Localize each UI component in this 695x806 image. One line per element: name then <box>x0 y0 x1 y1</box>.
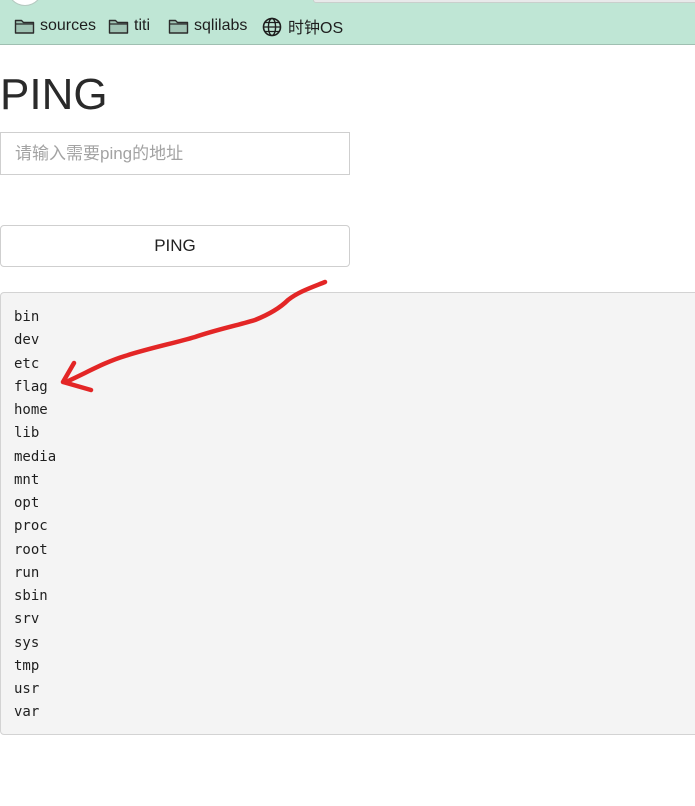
output-line: lib <box>14 425 40 442</box>
folder-icon <box>168 17 189 35</box>
bookmark-label: sources <box>40 17 97 34</box>
bookmark-sqlilabs[interactable]: sqlilabs <box>168 15 247 37</box>
bookmarks-bar: sources titi sqlilabs 时钟OS <box>0 0 695 45</box>
output-line: flag <box>14 378 48 395</box>
output-line: etc <box>14 355 40 372</box>
output-line: bin <box>14 309 40 325</box>
address-bar-edge[interactable] <box>313 0 695 3</box>
profile-avatar[interactable] <box>7 0 43 6</box>
output-line: media <box>14 448 57 465</box>
folder-icon <box>14 17 35 35</box>
output-line: mnt <box>14 471 40 488</box>
output-line: proc <box>14 518 48 535</box>
output-line: srv <box>14 611 40 628</box>
command-output: bin dev etc flag home lib media mnt opt proc root r… <box>0 292 695 735</box>
output-line: sbin <box>14 588 48 604</box>
output-line: usr <box>14 681 40 697</box>
bookmark-clock-os[interactable]: 时钟OS <box>262 15 343 37</box>
address-input[interactable] <box>0 132 350 175</box>
output-line: root <box>14 541 48 558</box>
output-line: home <box>14 402 48 418</box>
output-line: tmp <box>14 657 40 674</box>
bookmark-label: 时钟OS <box>288 20 344 37</box>
folder-icon <box>108 17 129 35</box>
bookmark-label: titi <box>134 17 150 34</box>
output-line: sys <box>14 634 40 651</box>
bookmark-label: sqlilabs <box>194 17 248 34</box>
ping-button[interactable]: PING <box>0 225 350 267</box>
output-line: opt <box>14 495 40 511</box>
page-title: PING <box>0 70 108 119</box>
bookmark-sources[interactable]: sources <box>14 15 96 37</box>
output-line: var <box>14 704 40 721</box>
output-line: dev <box>14 332 40 349</box>
globe-icon <box>262 17 283 37</box>
output-line: run <box>14 564 40 581</box>
bookmark-titi[interactable]: titi <box>108 15 150 37</box>
